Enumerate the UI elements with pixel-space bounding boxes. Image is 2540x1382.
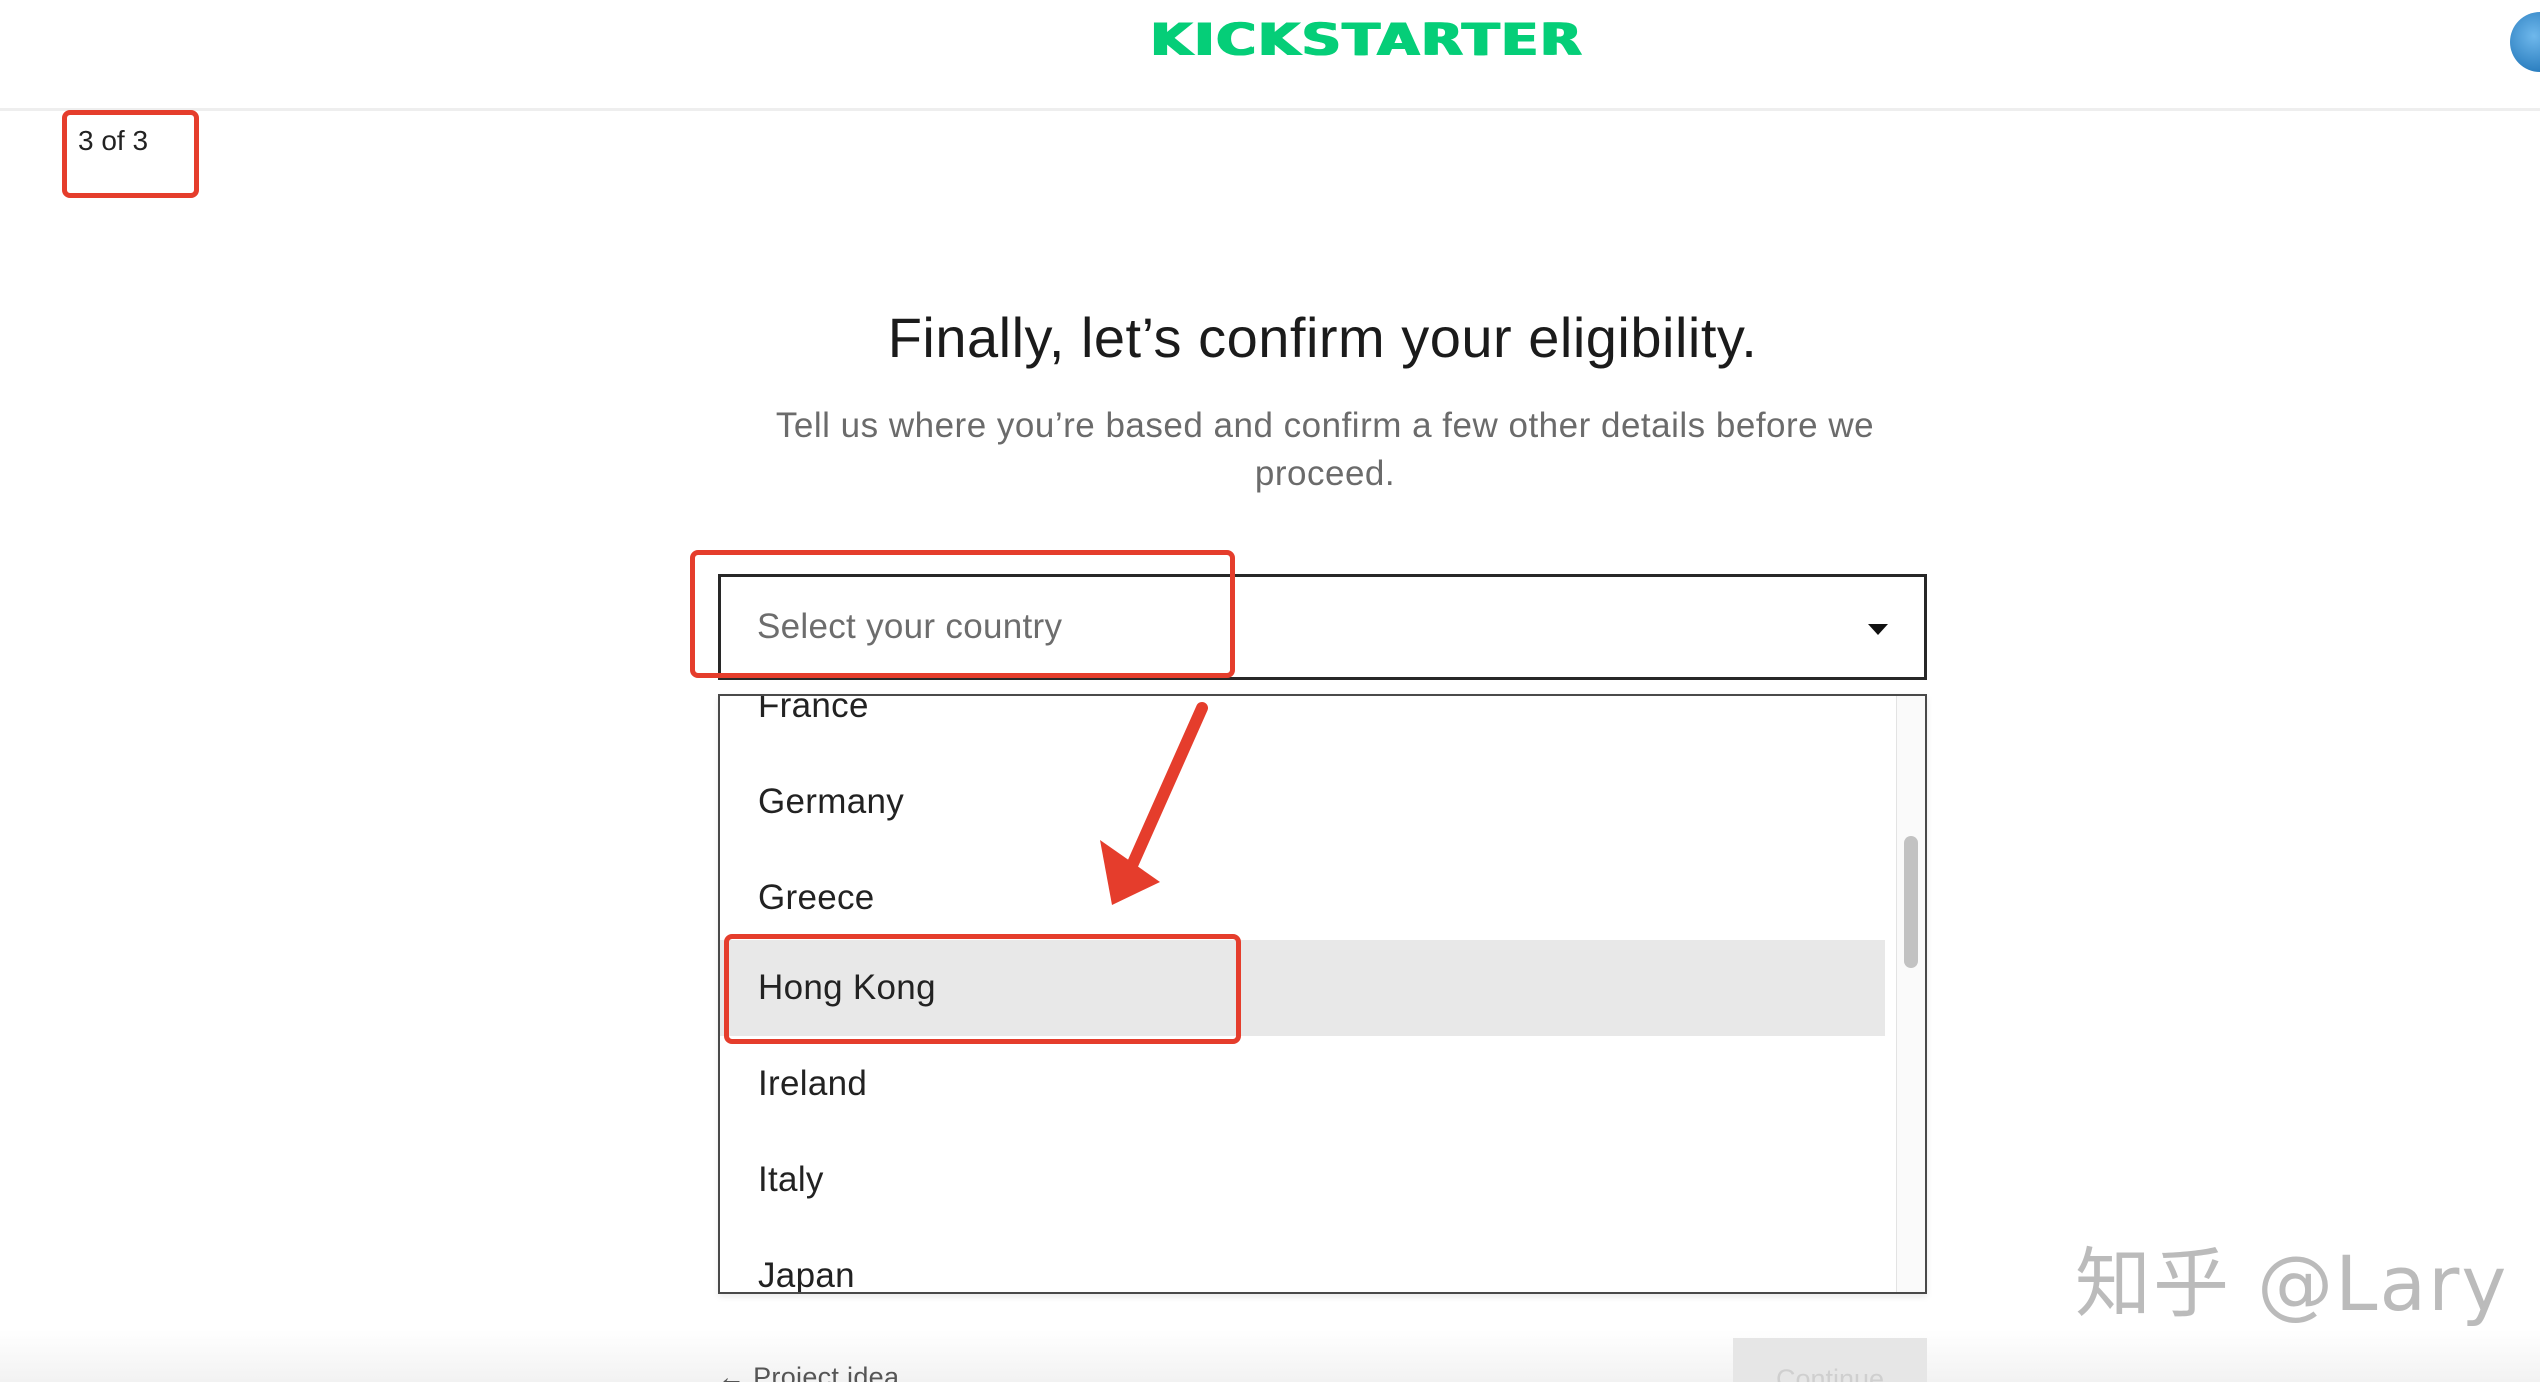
dropdown-scrollbar[interactable] bbox=[1896, 696, 1925, 1292]
country-option-italy[interactable]: Italy bbox=[720, 1132, 1885, 1228]
zhihu-watermark: 知乎 @Lary bbox=[2075, 1239, 2509, 1328]
country-option-france[interactable]: France bbox=[720, 696, 1885, 754]
step-counter-annotation-box bbox=[62, 110, 199, 198]
page-title: Finally, let’s confirm your eligibility. bbox=[887, 306, 1758, 369]
country-option-japan[interactable]: Japan bbox=[720, 1228, 1885, 1292]
back-project-idea-link[interactable]: ← Project idea bbox=[718, 1362, 899, 1382]
caret-down-icon bbox=[1868, 624, 1888, 635]
kickstarter-logo[interactable]: KICKSTARTER bbox=[1150, 15, 1581, 64]
country-select-annotation-box bbox=[690, 550, 1235, 678]
page-subtitle: Tell us where you’re based and confirm a… bbox=[775, 406, 1875, 493]
dropdown-scroll-thumb[interactable] bbox=[1904, 836, 1918, 968]
footer-bar bbox=[0, 1330, 2540, 1382]
country-option-greece[interactable]: Greece bbox=[720, 850, 1885, 946]
country-option-ireland[interactable]: Ireland bbox=[720, 1036, 1885, 1132]
top-header: KICKSTARTER bbox=[0, 0, 2540, 111]
country-option-germany[interactable]: Germany bbox=[720, 754, 1885, 850]
continue-button[interactable]: Continue bbox=[1733, 1338, 1927, 1382]
user-avatar-icon[interactable] bbox=[2510, 12, 2540, 72]
hong-kong-annotation-box bbox=[724, 934, 1241, 1044]
red-arrow-icon bbox=[1100, 702, 1208, 905]
page: KICKSTARTER 3 of 3 Finally, let’s confir… bbox=[0, 0, 2540, 1382]
